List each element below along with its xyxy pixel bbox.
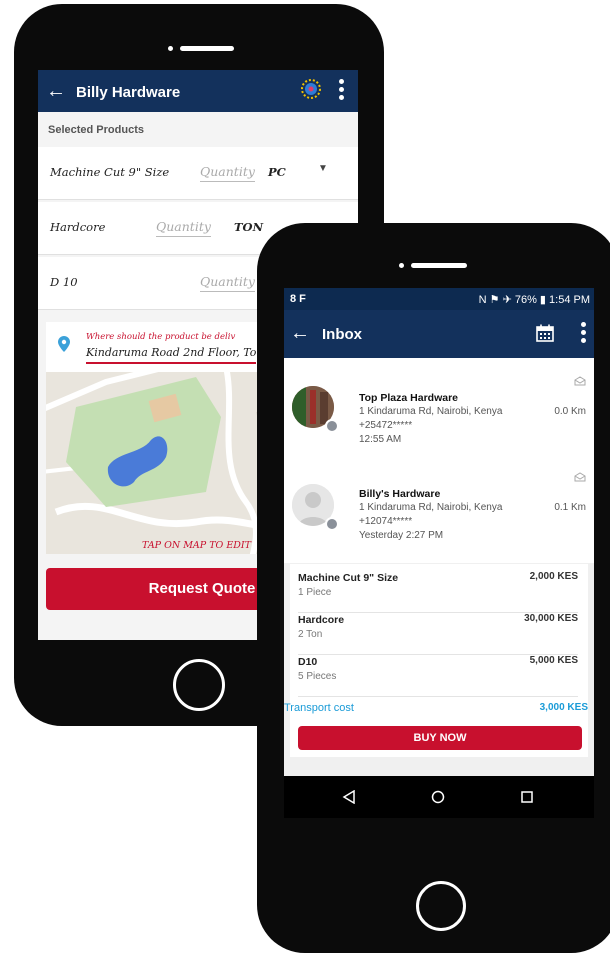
back-arrow-icon[interactable]: ← xyxy=(290,323,310,343)
sender-name: Top Plaza Hardware xyxy=(359,392,459,404)
item-price: 5,000 KES xyxy=(529,655,578,666)
sender-name: Billy's Hardware xyxy=(359,488,441,500)
product-name: Hardcore xyxy=(50,220,106,234)
nav-back-icon[interactable] xyxy=(342,790,356,804)
page-title: Billy Hardware xyxy=(76,84,181,101)
quantity-input[interactable]: Quantity xyxy=(156,219,211,237)
transport-label: Transport cost xyxy=(284,702,354,714)
back-arrow-icon[interactable]: ← xyxy=(46,81,66,101)
unit-label: PC xyxy=(268,165,286,179)
message-item[interactable]: Top Plaza Hardware 1 Kindaruma Rd, Nairo… xyxy=(284,358,594,460)
item-price: 30,000 KES xyxy=(524,613,578,624)
status-dot xyxy=(325,419,339,433)
app-bar: ← Inbox xyxy=(284,310,594,358)
quote-item: Hardcore 2 Ton 30,000 KES xyxy=(298,613,578,655)
more-menu-icon[interactable] xyxy=(581,322,586,346)
page-title: Inbox xyxy=(322,326,362,343)
transport-price: 3,000 KES xyxy=(539,702,588,713)
android-nav-bar xyxy=(284,776,594,818)
sender-address: 1 Kindaruma Rd, Nairobi, Kenya xyxy=(359,406,503,417)
nav-home-icon[interactable] xyxy=(431,790,445,804)
settings-badge-icon[interactable] xyxy=(300,78,322,100)
quote-item: Machine Cut 9" Size 1 Piece 2,000 KES xyxy=(298,571,578,613)
camera-dot xyxy=(399,263,404,268)
chevron-down-icon[interactable]: ▼ xyxy=(318,163,328,174)
calendar-icon[interactable] xyxy=(536,324,554,342)
item-name: D10 xyxy=(298,656,318,668)
product-row: Machine Cut 9" Size Quantity PC ▼ xyxy=(38,147,358,200)
nav-recents-icon[interactable] xyxy=(520,790,534,804)
speaker xyxy=(180,46,234,51)
location-pin-icon xyxy=(58,336,70,352)
status-bar: 8 F N ⚑ ✈ 76% ▮ 1:54 PM xyxy=(284,288,594,310)
camera-dot xyxy=(168,46,173,51)
status-left: 8 F xyxy=(290,293,306,305)
message-item[interactable]: Billy's Hardware 1 Kindaruma Rd, Nairobi… xyxy=(284,460,594,563)
quote-card: Machine Cut 9" Size 1 Piece 2,000 KES Ha… xyxy=(284,564,588,757)
item-name: Machine Cut 9" Size xyxy=(298,572,399,584)
distance: 0.1 Km xyxy=(554,502,586,513)
speaker xyxy=(411,263,467,268)
quantity-input[interactable]: Quantity xyxy=(200,164,255,182)
section-label: Selected Products xyxy=(48,124,144,136)
sender-address: 1 Kindaruma Rd, Nairobi, Kenya xyxy=(359,502,503,513)
quote-item: D10 5 Pieces 5,000 KES xyxy=(298,655,578,697)
distance: 0.0 Km xyxy=(554,406,586,417)
home-button[interactable] xyxy=(173,659,225,711)
quantity-input[interactable]: Quantity xyxy=(200,274,255,292)
status-right: N ⚑ ✈ 76% ▮ 1:54 PM xyxy=(478,294,590,306)
mail-open-icon xyxy=(574,376,586,386)
item-quantity: 5 Pieces xyxy=(298,671,337,682)
app-bar: ← Billy Hardware xyxy=(38,70,358,112)
status-dot xyxy=(325,517,339,531)
product-name: D 10 xyxy=(50,275,78,289)
product-name: Machine Cut 9" Size xyxy=(50,165,170,179)
inbox-screen: 8 F N ⚑ ✈ 76% ▮ 1:54 PM ← Inbox Top Plaz… xyxy=(284,288,594,818)
message-time: 12:55 AM xyxy=(359,434,402,445)
mail-open-icon xyxy=(574,472,586,482)
sender-phone: +12074***** xyxy=(359,516,413,527)
unit-label: TON xyxy=(234,220,264,234)
delivery-question: Where should the product be deliv xyxy=(86,332,236,342)
more-menu-icon[interactable] xyxy=(339,79,344,103)
delivery-address-input[interactable]: Kindaruma Road 2nd Floor, To xyxy=(86,346,257,364)
item-name: Hardcore xyxy=(298,614,345,626)
item-quantity: 1 Piece xyxy=(298,587,332,598)
map-edit-hint: TAP ON MAP TO EDIT xyxy=(142,540,251,551)
message-time: Yesterday 2:27 PM xyxy=(359,530,444,541)
sender-phone: +25472***** xyxy=(359,420,413,431)
item-quantity: 2 Ton xyxy=(298,629,323,640)
buy-now-button[interactable]: BUY NOW xyxy=(298,726,582,750)
home-button[interactable] xyxy=(416,881,466,931)
message-list: Top Plaza Hardware 1 Kindaruma Rd, Nairo… xyxy=(284,358,594,563)
item-price: 2,000 KES xyxy=(529,571,578,582)
